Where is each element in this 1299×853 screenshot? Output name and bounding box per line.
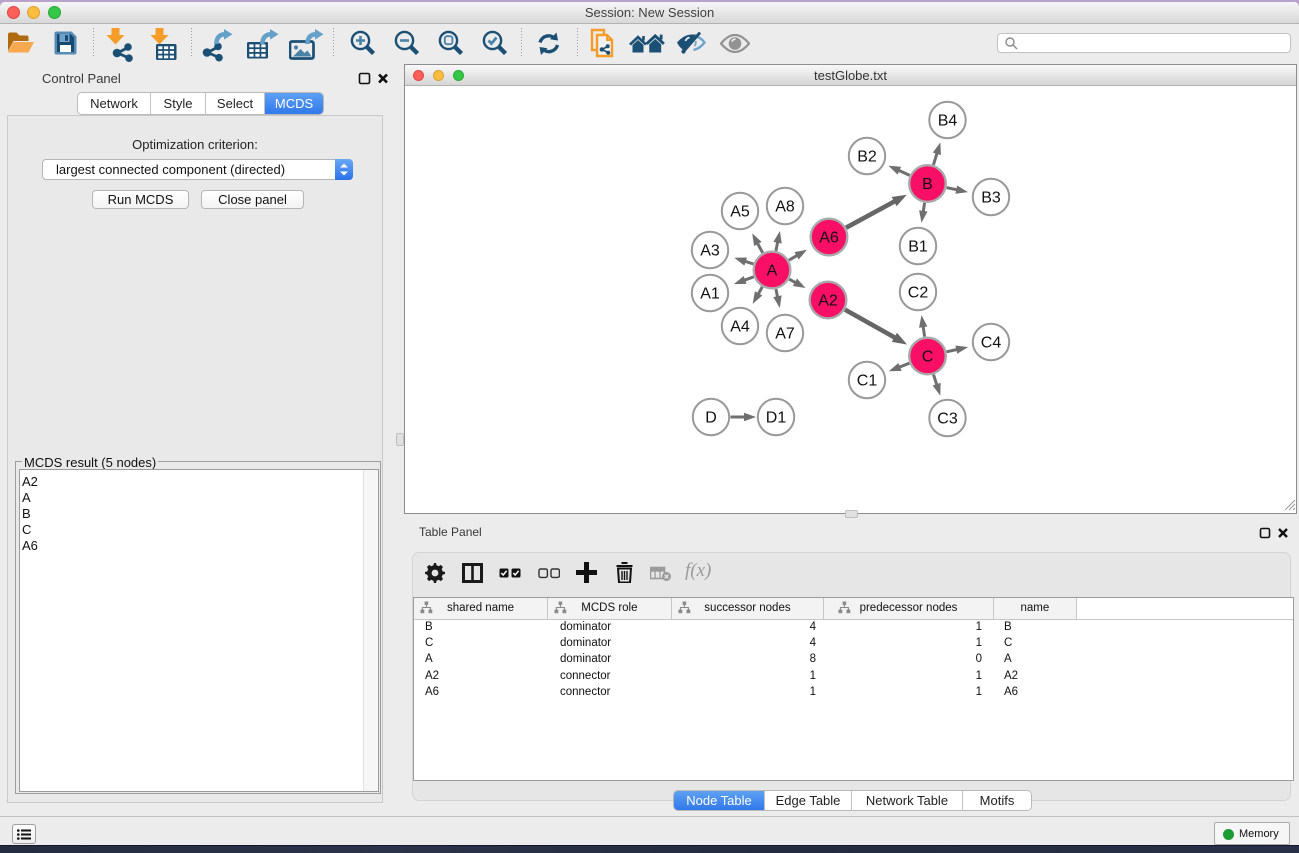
svg-text:B: B <box>922 176 933 193</box>
svg-text:A6: A6 <box>819 230 839 247</box>
svg-text:A8: A8 <box>775 199 795 216</box>
svg-text:A4: A4 <box>730 319 750 336</box>
svg-text:C3: C3 <box>937 411 958 428</box>
svg-text:C1: C1 <box>857 373 878 390</box>
svg-text:B1: B1 <box>908 239 928 256</box>
svg-text:A3: A3 <box>700 243 720 260</box>
svg-text:B3: B3 <box>981 190 1001 207</box>
svg-text:D1: D1 <box>766 410 787 427</box>
svg-text:C2: C2 <box>908 285 929 302</box>
svg-text:D: D <box>705 410 717 427</box>
svg-text:A2: A2 <box>818 293 838 310</box>
svg-text:B2: B2 <box>857 149 877 166</box>
svg-text:C4: C4 <box>981 335 1002 352</box>
svg-text:A5: A5 <box>730 204 750 221</box>
svg-text:A7: A7 <box>775 326 795 343</box>
svg-text:A: A <box>767 263 778 280</box>
svg-text:A1: A1 <box>700 286 720 303</box>
svg-text:C: C <box>922 349 934 366</box>
svg-text:B4: B4 <box>938 113 958 130</box>
